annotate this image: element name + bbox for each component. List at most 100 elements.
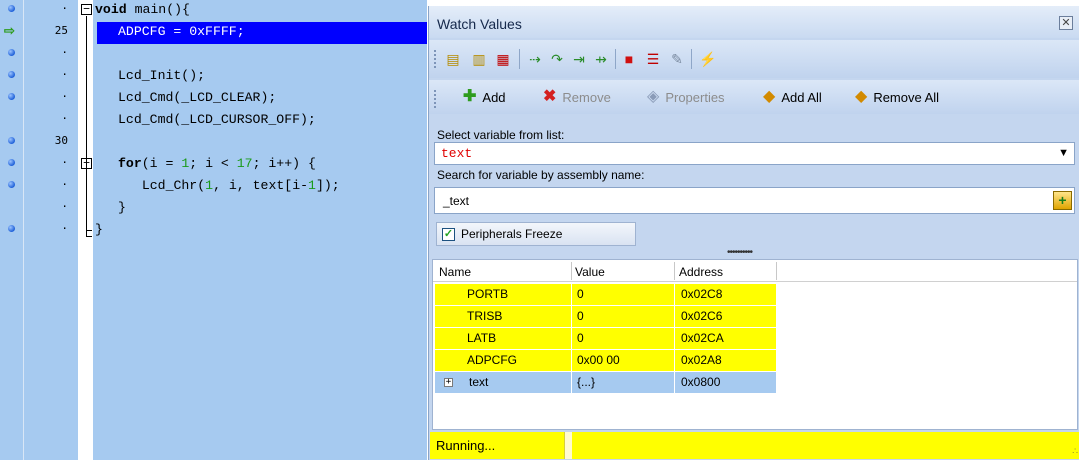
breakpoint-dot-icon[interactable]: [8, 5, 15, 12]
properties-icon: ◈: [647, 88, 660, 105]
line-number: ·: [61, 2, 68, 15]
column-header-address[interactable]: Address: [679, 265, 723, 279]
close-icon[interactable]: ✕: [1059, 16, 1073, 30]
code-line[interactable]: ·−for(i = 1; i < 17; i++) {: [0, 154, 427, 176]
watch-value: 0: [577, 309, 584, 323]
code-line[interactable]: 30: [0, 132, 427, 154]
breakpoint-dot-icon[interactable]: [8, 225, 15, 232]
remove-all-button[interactable]: ◆ Remove All: [855, 87, 939, 107]
assembly-name-input[interactable]: _text +: [434, 187, 1075, 214]
code-token: Lcd_Chr(: [126, 178, 206, 193]
watch-value-cell[interactable]: {...}: [572, 372, 674, 393]
selected-variable: text: [441, 146, 473, 161]
line-number: ·: [61, 68, 68, 81]
add-all-button[interactable]: ◆ Add All: [763, 87, 822, 107]
current-line-arrow-icon: ⇨: [4, 23, 15, 38]
resize-grip-icon[interactable]: ∴: [1072, 446, 1078, 457]
code-text[interactable]: void main(){: [95, 0, 190, 22]
breakpoint-dot-icon[interactable]: [8, 93, 15, 100]
add-all-icon: ◆: [763, 88, 776, 105]
code-text[interactable]: Lcd_Init();: [118, 66, 205, 88]
code-line[interactable]: · Lcd_Chr(1, i, text[i-1]);: [0, 176, 427, 198]
remove-button[interactable]: ✖ Remove: [543, 87, 611, 107]
properties-button[interactable]: ◈ Properties: [647, 87, 725, 107]
run-to-cursor-icon[interactable]: ⇸: [593, 51, 609, 67]
toolbar-separator: [691, 49, 692, 69]
breakpoint-dot-icon[interactable]: [8, 71, 15, 78]
signal-icon[interactable]: ⚡: [699, 51, 716, 67]
step-out-icon[interactable]: ⇥: [571, 51, 587, 67]
toggle-breakpoint-icon[interactable]: ✎: [669, 51, 685, 67]
code-token: Lcd_Init();: [118, 68, 206, 83]
watch-name: text: [469, 375, 489, 389]
toolbar-grip[interactable]: [434, 90, 436, 108]
code-text[interactable]: ADPCFG = 0xFFFF;: [118, 22, 245, 44]
watch-name-cell[interactable]: PORTB: [435, 284, 571, 305]
status-divider: [564, 432, 572, 459]
code-line[interactable]: · Lcd_Cmd(_LCD_CLEAR);: [0, 88, 427, 110]
column-header-value[interactable]: Value: [575, 265, 605, 279]
chevron-down-icon[interactable]: ▼: [1058, 147, 1069, 159]
toolbar-grip[interactable]: [434, 50, 436, 68]
add-button[interactable]: ✚ Add: [463, 87, 506, 107]
column-header-name[interactable]: Name: [439, 265, 471, 279]
watch-address: 0x02CA: [681, 331, 724, 345]
code-line[interactable]: · Lcd_Init();: [0, 66, 427, 88]
code-text[interactable]: Lcd_Cmd(_LCD_CURSOR_OFF);: [118, 110, 316, 132]
breakpoint-dot-icon[interactable]: [8, 137, 15, 144]
expand-plus-icon[interactable]: +: [444, 378, 453, 387]
watch-name-cell[interactable]: + text: [435, 372, 571, 393]
watch-name-cell[interactable]: TRISB: [435, 306, 571, 327]
code-line[interactable]: · − void main(){: [0, 0, 427, 22]
line-number: ·: [61, 112, 68, 125]
peripherals-freeze-checkbox[interactable]: ✓ Peripherals Freeze: [436, 222, 636, 246]
code-line[interactable]: ⇨ 25 ADPCFG = 0xFFFF;: [0, 22, 427, 44]
import-values-icon[interactable]: ▥: [471, 51, 487, 67]
export-values-icon[interactable]: ▤: [445, 51, 461, 67]
code-line[interactable]: ·}: [0, 220, 427, 242]
column-divider[interactable]: [571, 262, 572, 280]
code-line[interactable]: · Lcd_Cmd(_LCD_CURSOR_OFF);: [0, 110, 427, 132]
table-header: Name Value Address: [433, 260, 1077, 282]
watch-address: 0x02A8: [681, 353, 722, 367]
fold-collapse-icon[interactable]: −: [81, 3, 92, 15]
watch-value-cell[interactable]: 0x00 00: [572, 350, 674, 371]
code-token: , i, text[i-: [213, 178, 309, 193]
splitter-grip: ••••••••••: [727, 247, 753, 258]
code-line[interactable]: ·}: [0, 198, 427, 220]
watch-name-cell[interactable]: LATB: [435, 328, 571, 349]
column-divider[interactable]: [674, 262, 675, 280]
add-all-label: Add All: [781, 89, 822, 105]
code-text[interactable]: }: [95, 220, 103, 242]
breakpoint-dot-icon[interactable]: [8, 181, 15, 188]
watch-name: LATB: [467, 331, 497, 345]
toolbar-separator: [519, 49, 520, 69]
clear-values-icon[interactable]: ▦: [495, 51, 511, 67]
breakpoint-dot-icon[interactable]: [8, 159, 15, 166]
watch-toolbar-bottom: ✚ Add ✖ Remove ◈ Properties ◆ Add All ◆ …: [429, 80, 1079, 114]
column-divider[interactable]: [776, 262, 777, 280]
code-text[interactable]: Lcd_Cmd(_LCD_CLEAR);: [118, 88, 276, 110]
code-token: void: [95, 2, 127, 17]
panel-splitter[interactable]: ••••••••••: [429, 247, 1079, 259]
stop-debugger-icon[interactable]: ■: [621, 51, 637, 67]
watch-table: Name Value Address PORTB 0 0x02C8 TRISB 0 0x0…: [432, 259, 1078, 430]
watch-name-cell[interactable]: ADPCFG: [435, 350, 571, 371]
step-over-icon[interactable]: ↷: [549, 51, 565, 67]
code-text[interactable]: for(i = 1; i < 17; i++) {: [118, 154, 316, 176]
code-editor[interactable]: · − void main(){⇨ 25 ADPCFG = 0xFFFF; · · Lcd_I…: [0, 0, 427, 460]
code-token: ; i <: [189, 156, 237, 171]
add-variable-icon[interactable]: +: [1053, 191, 1072, 210]
step-into-icon[interactable]: ⇢: [527, 51, 543, 67]
checkbox-checked-icon[interactable]: ✓: [442, 228, 455, 241]
code-text[interactable]: Lcd_Chr(1, i, text[i-1]);: [126, 176, 340, 198]
code-text[interactable]: }: [118, 198, 126, 220]
breakpoints-list-icon[interactable]: ☰: [645, 51, 661, 67]
breakpoint-dot-icon[interactable]: [8, 49, 15, 56]
watch-value-cell[interactable]: 0: [572, 306, 674, 327]
watch-value-cell[interactable]: 0: [572, 328, 674, 349]
watch-value-cell[interactable]: 0: [572, 284, 674, 305]
code-line[interactable]: ·: [0, 44, 427, 66]
select-variable-label: Select variable from list:: [437, 128, 565, 142]
variable-select[interactable]: text ▼: [434, 142, 1075, 165]
